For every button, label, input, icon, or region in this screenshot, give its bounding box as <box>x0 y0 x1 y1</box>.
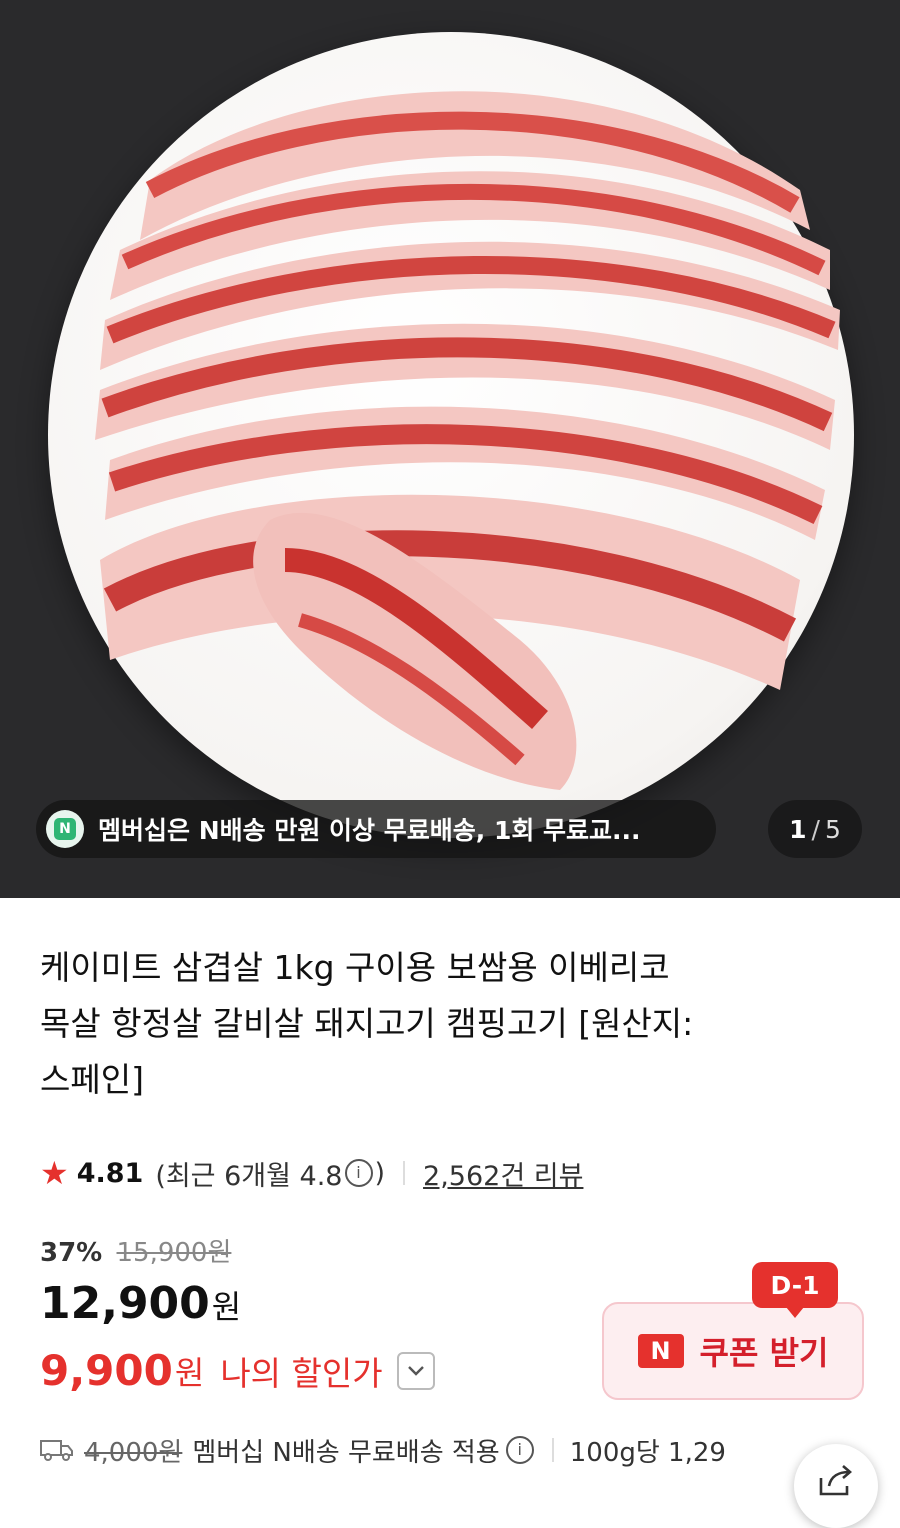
recent-rating: (최근 6개월 4.8 <box>155 1160 343 1192</box>
info-icon[interactable]: i <box>505 1436 534 1464</box>
product-title: 케이미트 삼겹살 1kg 구이용 보쌈용 이베리코 목살 항정살 갈비살 돼지고… <box>40 940 860 1108</box>
naver-n-icon: N <box>637 1334 684 1368</box>
share-icon <box>819 1465 852 1496</box>
divider <box>403 1161 406 1185</box>
rating-score: 4.81 <box>76 1157 144 1189</box>
membership-banner[interactable]: N 멤버십은 N배송 만원 이상 무료배송, 1회 무료교... <box>36 800 716 858</box>
sale-price-unit: 원 <box>211 1288 242 1326</box>
divider <box>551 1438 554 1462</box>
coupon-label: 쿠폰 받기 <box>699 1334 829 1372</box>
unit-price: 100g당 1,29 <box>569 1437 726 1468</box>
original-price: 15,900원 <box>116 1238 232 1268</box>
image-counter-current: 1 <box>789 814 807 844</box>
shipping-row: 4,000원 멤버십 N배송 무료배송 적용 i 100g당 1,29 <box>40 1424 726 1476</box>
shipping-text: 멤버십 N배송 무료배송 적용 <box>192 1437 500 1468</box>
product-title-line: 목살 항정살 갈비살 돼지고기 캠핑고기 [원산지: <box>40 1004 694 1043</box>
image-counter-separator: / <box>811 814 820 844</box>
my-price-unit: 원 <box>174 1353 205 1392</box>
pork-belly-image <box>95 91 840 790</box>
image-counter: 1 / 5 <box>768 800 862 858</box>
product-title-line: 케이미트 삼겹살 1kg 구이용 보쌈용 이베리코 <box>40 948 670 987</box>
discount-rate: 37% <box>40 1238 103 1268</box>
sale-price-amount: 12,900 <box>40 1278 210 1329</box>
original-price-row: 37% 15,900원 <box>40 1232 231 1269</box>
membership-banner-text: 멤버십은 N배송 만원 이상 무료배송, 1회 무료교... <box>98 816 641 845</box>
recent-rating-close: ) <box>374 1157 386 1189</box>
d-day-badge: D-1 <box>752 1262 838 1318</box>
info-icon[interactable]: i <box>344 1159 373 1187</box>
product-image-gallery[interactable]: N 멤버십은 N배송 만원 이상 무료배송, 1회 무료교... 1 / 5 <box>0 0 900 898</box>
product-title-line: 스페인] <box>40 1060 144 1099</box>
star-icon: ★ <box>40 1154 69 1192</box>
my-price-label: 나의 할인가 <box>220 1353 383 1393</box>
my-price-amount: 9,900 <box>40 1346 173 1395</box>
image-counter-total: 5 <box>824 814 841 844</box>
membership-n-icon: N <box>46 810 84 848</box>
my-discount-price[interactable]: 9,900 원 나의 할인가 <box>40 1346 435 1395</box>
sale-price: 12,900원 <box>40 1278 241 1329</box>
rating-row: ★ 4.81 (최근 6개월 4.8 i ) 2,562건 리뷰 <box>40 1148 583 1198</box>
reviews-link[interactable]: 2,562건 리뷰 <box>423 1154 583 1193</box>
original-shipping-fee: 4,000원 <box>84 1437 183 1468</box>
truck-icon <box>40 1440 73 1461</box>
coupon-button[interactable]: N 쿠폰 받기 <box>602 1302 864 1400</box>
share-button[interactable] <box>794 1444 878 1528</box>
chevron-down-icon[interactable] <box>396 1351 435 1390</box>
